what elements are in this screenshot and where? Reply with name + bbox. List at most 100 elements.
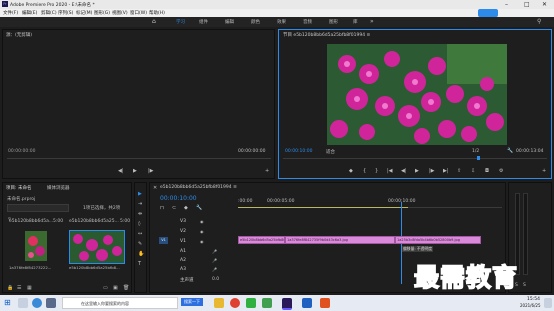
program-tab[interactable]: 节目 e5b120b8bb6d5a25bfb8f01994 ≡ <box>283 32 370 38</box>
store-icon[interactable] <box>46 298 56 308</box>
settings-icon[interactable]: ⚙ <box>499 168 503 174</box>
v3-eye-icon[interactable]: ◉ <box>200 219 204 224</box>
workspace-effects[interactable]: 效果 <box>277 19 286 25</box>
track-v2[interactable]: V2 <box>180 229 186 234</box>
a2-mic-icon[interactable]: 🎤 <box>212 258 217 263</box>
v1-target-button[interactable]: V1 <box>159 237 168 244</box>
menu-graphics[interactable]: 图形(G) <box>94 10 110 16</box>
linked-icon[interactable]: ⊂ <box>172 205 176 211</box>
search-icon[interactable]: ⚲ <box>537 18 541 25</box>
list-view-icon[interactable]: ☰ <box>17 285 21 291</box>
solo-icon-2[interactable]: S <box>523 283 526 288</box>
ime-search-button[interactable]: 搜索一下 <box>181 298 203 306</box>
workspace-learn[interactable]: 学习 <box>176 19 185 25</box>
wechat-2-icon[interactable] <box>262 298 272 308</box>
master-volume[interactable]: 0.0 <box>212 277 219 282</box>
project-item-name-2[interactable]: e5b120b8bb6d5a25... <box>69 219 119 224</box>
type-icon[interactable]: T <box>138 261 141 267</box>
v1-eye-icon[interactable]: ◉ <box>200 239 204 244</box>
extract-icon[interactable]: ⇩ <box>471 168 475 174</box>
chrome-icon[interactable] <box>230 298 240 308</box>
go-out-icon[interactable]: ▶| <box>443 168 449 174</box>
v2-eye-icon[interactable]: ◉ <box>200 229 204 234</box>
workspace-editing[interactable]: 编辑 <box>225 19 234 25</box>
explorer-icon[interactable] <box>214 298 224 308</box>
tab-project[interactable]: 项目: 未命名 <box>6 185 31 191</box>
project-search-input[interactable]: ⚲ <box>7 204 69 221</box>
snap-icon[interactable]: ⊓ <box>160 205 164 211</box>
taskbar-search-input[interactable]: 在这里输入你要搜索的内容 <box>62 297 178 309</box>
project-thumb-1[interactable] <box>25 231 47 261</box>
track-v1[interactable]: V1 <box>180 239 186 244</box>
notification-icon[interactable] <box>544 298 552 308</box>
source-timecode-left[interactable]: 00:00:00:00 <box>8 149 35 154</box>
mark-in-icon[interactable]: { <box>363 168 366 174</box>
pen-icon[interactable]: ✎ <box>138 241 142 247</box>
home-icon[interactable]: ⌂ <box>152 18 156 25</box>
slip-icon[interactable]: ↔ <box>138 231 142 237</box>
wrench-icon[interactable]: 🔧 <box>507 148 513 154</box>
menu-sequence[interactable]: 序列(S) <box>58 10 73 16</box>
workspace-graphics[interactable]: 图形 <box>329 19 338 25</box>
ripple-edit-icon[interactable]: ⇼ <box>138 211 142 217</box>
source-play-icon[interactable]: ▶ <box>133 168 137 174</box>
clip-3[interactable]: 1a25b3c8fda5b4b6b0b52800b9.jpg <box>395 236 481 244</box>
camera-icon[interactable]: ◘ <box>485 168 489 174</box>
go-in-icon[interactable]: |◀ <box>387 168 393 174</box>
track-a1[interactable]: A1 <box>180 249 186 254</box>
new-item-icon[interactable]: ▣ <box>113 285 118 291</box>
track-v3[interactable]: V3 <box>180 219 186 224</box>
selection-tool-icon[interactable]: ▶ <box>138 191 142 197</box>
razor-icon[interactable]: ◊ <box>138 221 140 227</box>
track-select-icon[interactable]: ⇥ <box>138 201 142 207</box>
track-a3[interactable]: A3 <box>180 267 186 272</box>
mark-out-icon[interactable]: } <box>375 168 378 174</box>
start-icon[interactable]: ⊞ <box>4 298 11 307</box>
menu-window[interactable]: 窗口(W) <box>130 10 147 16</box>
new-bin-icon[interactable]: ▭ <box>103 285 108 291</box>
workspace-libraries[interactable]: 库 <box>353 19 358 25</box>
step-forward-icon[interactable]: |▶ <box>429 168 435 174</box>
step-back-icon[interactable]: ◀| <box>401 168 407 174</box>
a1-mic-icon[interactable]: 🎤 <box>212 249 217 254</box>
workspace-color[interactable]: 颜色 <box>251 19 260 25</box>
program-playhead-icon[interactable] <box>477 156 480 160</box>
menu-marker[interactable]: 标记(M) <box>76 10 92 16</box>
source-scrubber[interactable] <box>7 158 271 159</box>
program-resolution-select[interactable]: 1/2 <box>472 149 479 154</box>
timeline-close-icon[interactable]: ✕ <box>153 185 157 191</box>
timeline-settings-icon[interactable]: 🔧 <box>196 205 202 211</box>
source-step-back-icon[interactable]: ◀| <box>118 168 124 174</box>
menu-view[interactable]: 视图(V) <box>112 10 128 16</box>
premiere-taskbar-icon[interactable] <box>282 298 292 310</box>
word-icon[interactable] <box>302 298 312 308</box>
menu-help[interactable]: 帮助(H) <box>149 10 165 16</box>
source-add-icon[interactable]: + <box>265 168 269 174</box>
clock-time[interactable]: 15:54 <box>527 297 540 302</box>
marker-icon[interactable]: ◆ <box>349 168 353 174</box>
close-button[interactable]: ✕ <box>542 1 547 8</box>
program-add-icon[interactable]: + <box>542 168 546 174</box>
add-marker-icon[interactable]: ◆ <box>184 205 188 211</box>
source-step-forward-icon[interactable]: |▶ <box>148 168 154 174</box>
play-icon[interactable]: ▶ <box>415 168 419 174</box>
project-thumb-2[interactable] <box>69 230 125 264</box>
task-view-icon[interactable] <box>18 298 28 308</box>
workspace-audio[interactable]: 音频 <box>303 19 312 25</box>
clip-1[interactable]: e5b120b8bb6d5a25bfb8f01994.jpg <box>238 236 285 244</box>
minimize-button[interactable]: – <box>505 1 508 8</box>
trash-icon[interactable]: 🗑 <box>123 285 129 291</box>
track-a2[interactable]: A2 <box>180 258 186 263</box>
program-timecode-left[interactable]: 00:00:10:00 <box>285 149 312 154</box>
workspace-assembly[interactable]: 组件 <box>199 19 208 25</box>
project-item-name-1[interactable]: e5b120b8bb6d5a... <box>9 219 53 224</box>
wechat-icon[interactable] <box>246 298 256 308</box>
hand-icon[interactable]: ✋ <box>138 251 144 257</box>
lock-icon[interactable]: 🔒 <box>7 285 13 291</box>
program-scrubber[interactable] <box>283 158 547 159</box>
clock-date[interactable]: 2021/6/25 <box>520 303 541 308</box>
program-fit-select[interactable]: 适合 <box>326 149 335 155</box>
timeline-tab[interactable]: e5b120b8bb6d5a25bfb8f01994 ≡ <box>160 185 237 190</box>
maximize-button[interactable]: □ <box>524 1 530 8</box>
media-icon[interactable] <box>320 298 330 308</box>
